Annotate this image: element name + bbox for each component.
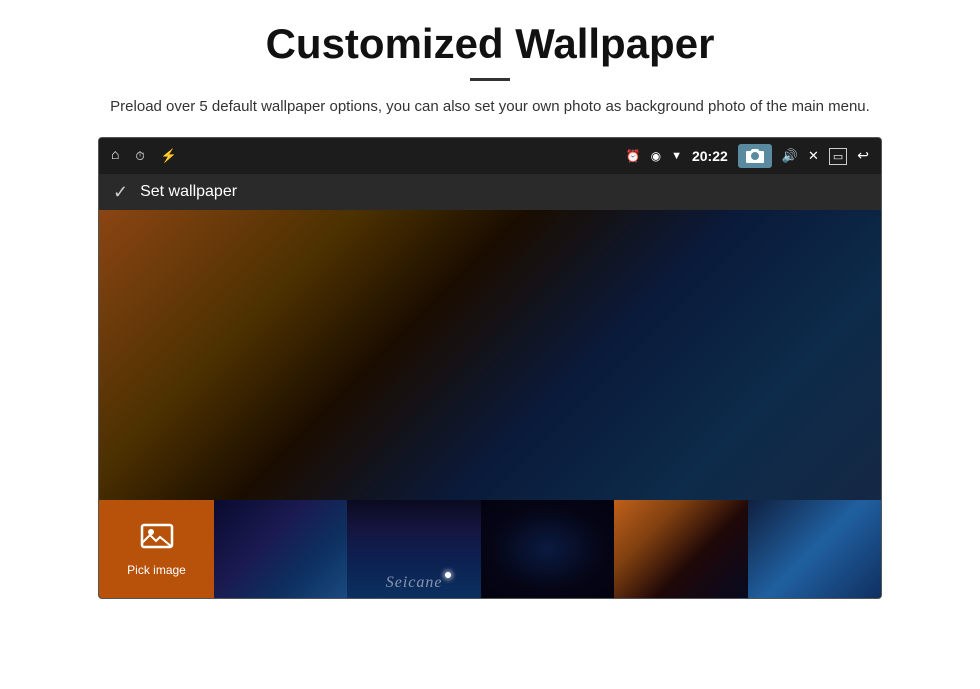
thumbnail-5[interactable] — [748, 500, 881, 598]
status-bar: ⌂ ⏱ ⚡ ⏰ ◉ ▼ 20:22 🔊 ✕ ▭ ↩ — [99, 138, 881, 174]
wallpaper-preview — [99, 210, 881, 500]
clock-icon: ⏱ — [135, 149, 144, 164]
pick-image-button[interactable]: Pick image — [99, 500, 214, 598]
window-icon[interactable]: ▭ — [829, 148, 847, 165]
thumbnail-1[interactable] — [214, 500, 347, 598]
status-bar-left: ⌂ ⏱ ⚡ — [111, 148, 177, 164]
wifi-icon: ▼ — [671, 150, 682, 162]
page-subtitle: Preload over 5 default wallpaper options… — [65, 95, 915, 119]
close-icon[interactable]: ✕ — [808, 148, 819, 164]
usb-icon: ⚡ — [161, 148, 177, 164]
pick-image-label: Pick image — [127, 563, 186, 577]
set-wallpaper-label: Set wallpaper — [140, 183, 237, 201]
image-pick-icon — [140, 521, 174, 559]
alarm-icon: ⏰ — [626, 149, 641, 164]
page-title: Customized Wallpaper — [30, 20, 950, 68]
thumbnail-3[interactable] — [481, 500, 614, 598]
android-screen: ⌂ ⏱ ⚡ ⏰ ◉ ▼ 20:22 🔊 ✕ ▭ ↩ — [98, 137, 882, 599]
status-time: 20:22 — [692, 148, 728, 164]
seicane-watermark: Seicane — [386, 574, 443, 592]
pick-icon-svg — [140, 521, 174, 551]
thumbnail-2[interactable]: Seicane — [347, 500, 480, 598]
thumbnail-4[interactable] — [614, 500, 747, 598]
page-container: Customized Wallpaper Preload over 5 defa… — [0, 0, 980, 619]
back-icon[interactable]: ↩ — [857, 148, 869, 165]
camera-icon — [746, 148, 764, 164]
home-icon[interactable]: ⌂ — [111, 148, 119, 164]
volume-icon[interactable]: 🔊 — [782, 148, 798, 164]
title-divider — [470, 78, 510, 81]
location-icon: ◉ — [651, 149, 661, 164]
camera-button[interactable] — [738, 144, 772, 168]
check-icon[interactable]: ✓ — [113, 182, 128, 203]
thumbnails-row: Pick image Seicane — [99, 500, 881, 598]
status-bar-right: ⏰ ◉ ▼ 20:22 🔊 ✕ ▭ ↩ — [626, 144, 869, 168]
action-bar: ✓ Set wallpaper — [99, 174, 881, 210]
